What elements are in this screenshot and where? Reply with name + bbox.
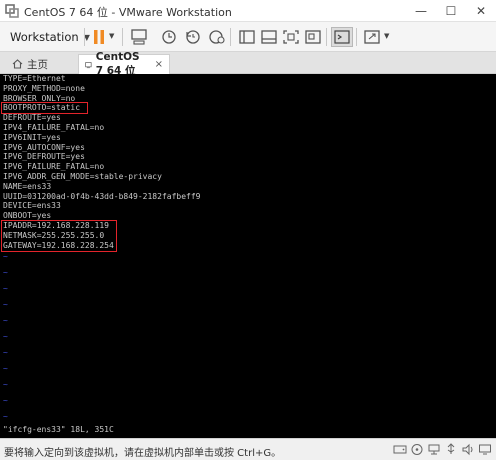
close-icon: ✕ <box>475 4 487 18</box>
network-adapter-icon[interactable] <box>427 443 441 456</box>
console-line: PROXY_METHOD=none <box>3 83 85 93</box>
console-view-button[interactable] <box>331 27 353 47</box>
toolbar-divider <box>356 28 357 46</box>
toolbar: Workstation ▼ ▼ ▼ <box>0 22 496 52</box>
tab-home[interactable]: 主页 <box>6 54 56 74</box>
tilde-marker: ~ <box>3 380 8 389</box>
close-window-button[interactable]: ✕ <box>466 0 496 22</box>
toolbar-divider <box>326 28 327 46</box>
bootproto-highlight-box <box>1 102 88 114</box>
usb-icon[interactable] <box>444 443 458 456</box>
tab-centos-vm[interactable]: CentOS 7 64 位 × <box>78 51 170 77</box>
full-screen-button[interactable] <box>280 27 302 47</box>
tilde-marker: ~ <box>3 316 8 325</box>
revert-snapshot-button[interactable] <box>182 27 204 47</box>
maximize-icon: ☐ <box>445 4 457 18</box>
snapshot-button[interactable] <box>158 27 180 47</box>
tab-bar: 主页 CentOS 7 64 位 × <box>0 51 496 77</box>
tab-close-icon[interactable]: × <box>155 59 163 70</box>
maximize-button[interactable]: ☐ <box>436 0 466 22</box>
full-screen-icon <box>283 30 299 44</box>
minimize-icon: — <box>415 4 427 18</box>
chevron-down-icon[interactable]: ▼ <box>109 32 114 40</box>
console-line: IPV6_AUTOCONF=yes <box>3 142 85 152</box>
snapshot-manager-icon <box>209 30 225 44</box>
thumbnail-bar-icon <box>261 30 277 44</box>
tilde-marker: ~ <box>3 364 8 373</box>
pause-button[interactable] <box>88 27 110 47</box>
workstation-menu[interactable]: Workstation ▼ <box>4 26 96 48</box>
tilde-marker: ~ <box>3 412 8 421</box>
tilde-marker: ~ <box>3 300 8 309</box>
clock-icon <box>162 30 176 44</box>
console-line: TYPE=Ethernet <box>3 74 66 83</box>
workstation-menu-label: Workstation <box>10 30 79 44</box>
chevron-down-icon[interactable]: ▼ <box>384 32 389 40</box>
vi-status-line: "ifcfg-ens33" 18L, 351C <box>3 425 114 434</box>
minimize-button[interactable]: — <box>406 0 436 22</box>
console-line: NAME=ens33 <box>3 181 52 191</box>
pause-icon <box>94 30 104 44</box>
toolbar-divider <box>230 28 231 46</box>
console-line: IPV6_ADDR_GEN_MODE=stable-privacy <box>3 172 162 181</box>
stretch-icon <box>364 30 380 44</box>
tilde-marker: ~ <box>3 332 8 341</box>
tilde-marker: ~ <box>3 252 8 261</box>
cd-dvd-icon[interactable] <box>410 443 424 456</box>
ip-config-highlight-box <box>1 219 117 252</box>
window-title: CentOS 7 64 位 - VMware Workstation <box>24 6 232 19</box>
hard-disk-icon[interactable] <box>393 443 407 456</box>
title-bar: CentOS 7 64 位 - VMware Workstation — ☐ ✕ <box>0 0 496 22</box>
show-library-button[interactable] <box>236 27 258 47</box>
device-icons <box>393 443 492 456</box>
tilde-marker: ~ <box>3 284 8 293</box>
send-ctrl-alt-del-button[interactable] <box>128 27 150 47</box>
thumbnail-bar-button[interactable] <box>258 27 280 47</box>
toolbar-divider <box>84 28 85 46</box>
tilde-marker: ~ <box>3 268 8 277</box>
vm-console[interactable]: TYPE=Ethernet PROXY_METHOD=none BROWSER_… <box>0 74 496 438</box>
console-line: IPV6_DEFROUTE=yes <box>3 152 85 162</box>
display-icon[interactable] <box>478 443 492 456</box>
status-message: 要将输入定向到该虚拟机，请在虚拟机内部单击或按 Ctrl+G。 <box>4 448 282 459</box>
library-panel-icon <box>239 30 255 44</box>
console-line: DEVICE=ens33 <box>3 201 61 211</box>
keyboard-monitor-icon <box>131 29 147 45</box>
console-line: UUID=031200ad-0f4b-43dd-b849-2182fafbeff… <box>3 191 201 201</box>
vmware-logo-icon <box>5 4 19 18</box>
terminal-icon <box>334 30 350 44</box>
snapshot-manager-button[interactable] <box>206 27 228 47</box>
tab-home-label: 主页 <box>27 58 48 71</box>
toolbar-divider <box>122 28 123 46</box>
vm-icon <box>85 61 92 68</box>
console-line: IPV6_FAILURE_FATAL=no <box>3 162 105 172</box>
unity-button[interactable] <box>302 27 324 47</box>
tilde-marker: ~ <box>3 348 8 357</box>
status-bar: 要将输入定向到该虚拟机，请在虚拟机内部单击或按 Ctrl+G。 <box>0 438 496 460</box>
sound-icon[interactable] <box>461 443 475 456</box>
stretch-guest-button[interactable] <box>361 27 383 47</box>
home-icon <box>12 59 23 69</box>
console-line: DEFROUTE=yes <box>3 113 61 123</box>
tilde-marker: ~ <box>3 396 8 405</box>
console-line: IPV6INIT=yes <box>3 132 61 142</box>
unity-icon <box>305 30 321 44</box>
console-line: IPV4_FAILURE_FATAL=no <box>3 123 105 132</box>
revert-clock-icon <box>186 30 200 44</box>
